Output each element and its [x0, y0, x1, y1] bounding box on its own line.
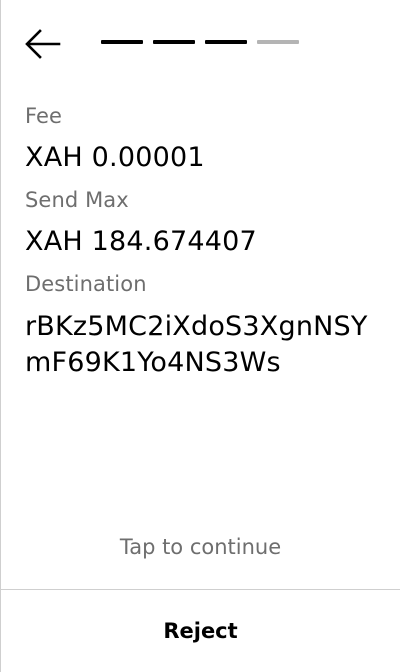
progress-step-1: [101, 40, 143, 44]
step-progress: [101, 40, 299, 44]
reject-button[interactable]: Reject: [1, 590, 400, 672]
destination-label: Destination: [25, 272, 147, 296]
review-screen[interactable]: Fee XAH 0.00001 Send Max XAH 184.674407 …: [0, 0, 400, 672]
fee-value: XAH 0.00001: [25, 142, 205, 173]
fee-label: Fee: [25, 104, 63, 128]
progress-step-2: [153, 40, 195, 44]
progress-step-3: [205, 40, 247, 44]
tap-to-continue-hint: Tap to continue: [119, 535, 282, 559]
destination-address: rBKz5MC2iXdoS3XgnNSYmF69K1Yo4NS3Ws: [25, 311, 368, 378]
arrow-left-icon: [25, 29, 61, 59]
progress-step-4: [257, 40, 299, 44]
send-max-label: Send Max: [25, 188, 129, 212]
back-button[interactable]: [25, 28, 61, 60]
send-max-value: XAH 184.674407: [25, 226, 257, 257]
